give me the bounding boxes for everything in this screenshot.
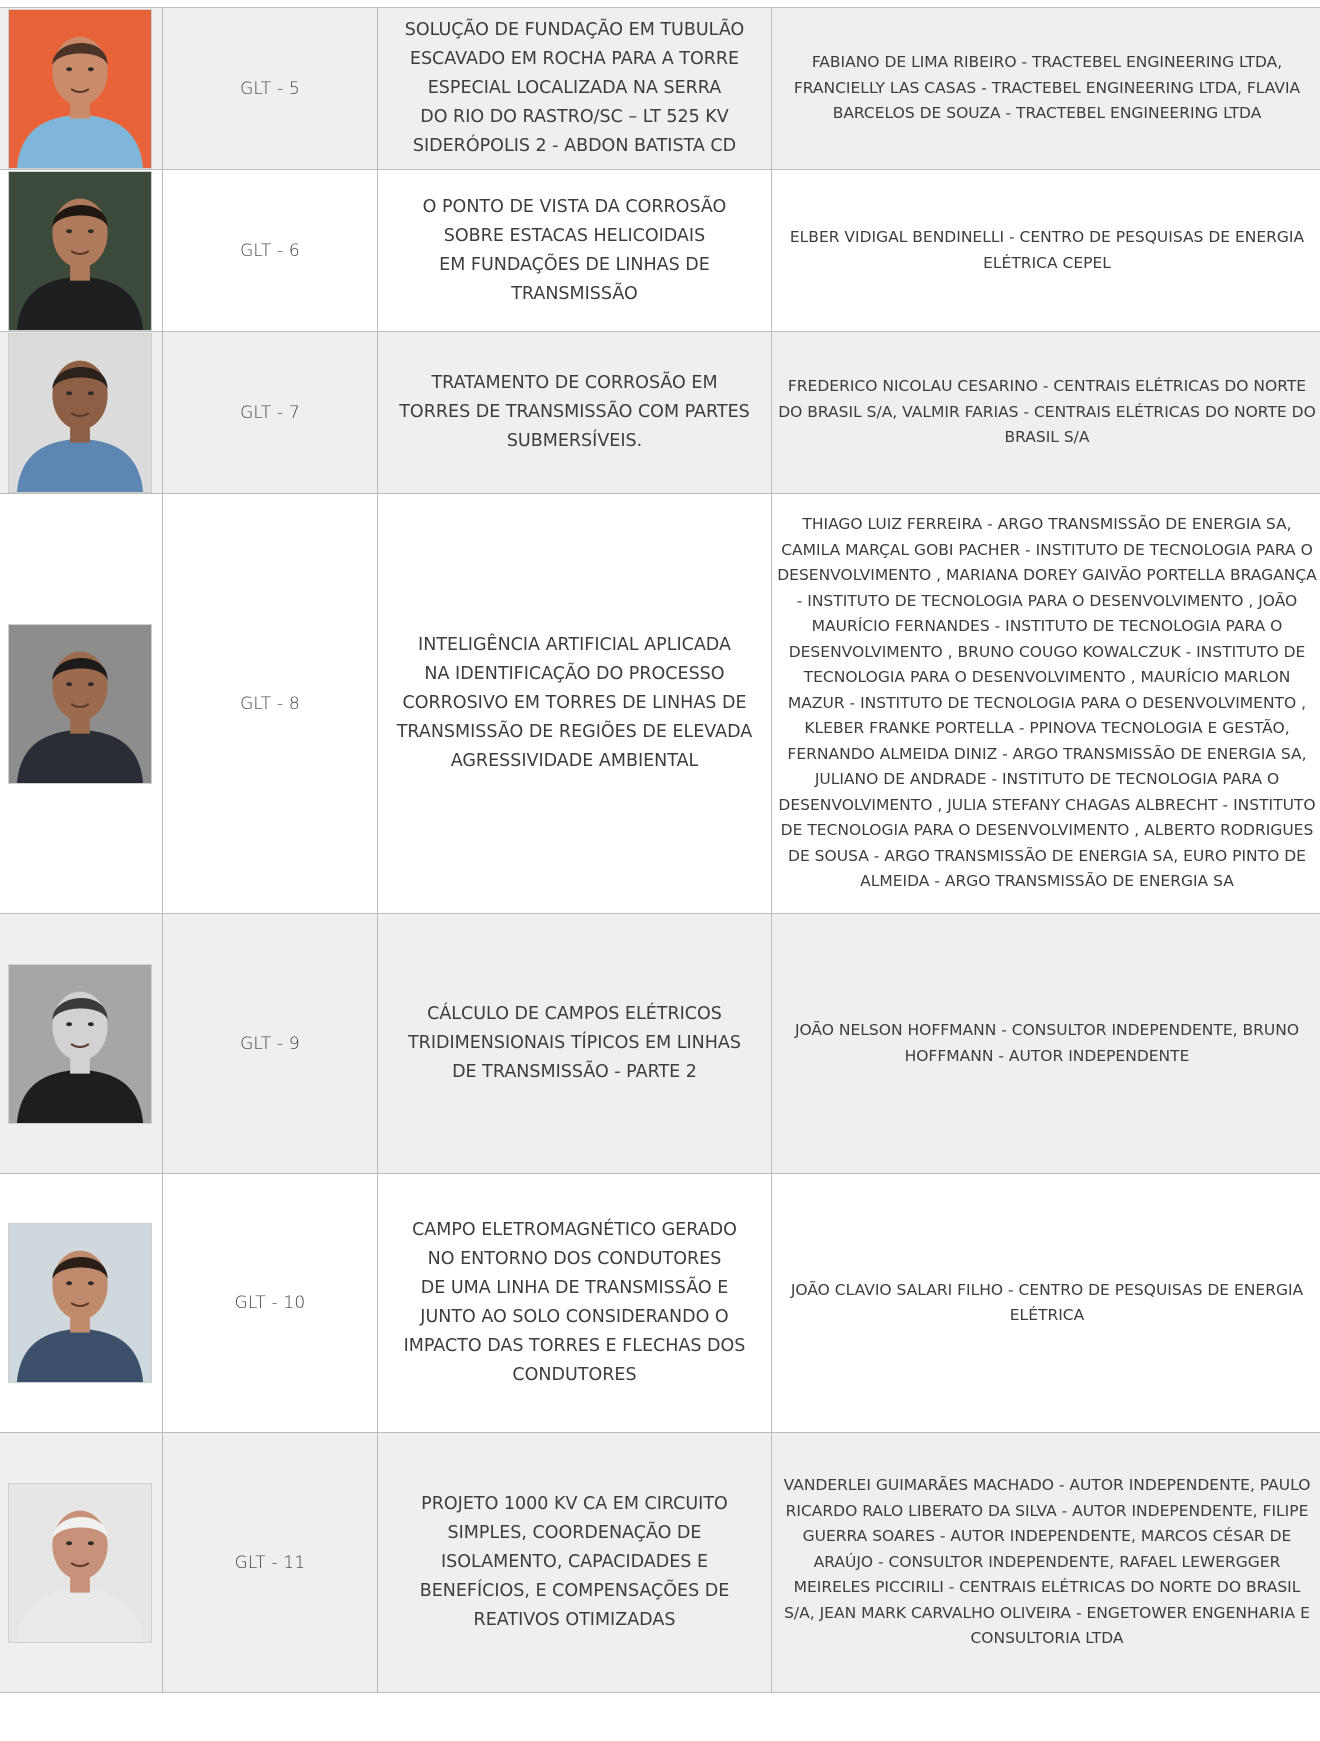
title-cell: CÁLCULO DE CAMPOS ELÉTRICOS TRIDIMENSION… — [377, 913, 772, 1174]
title-cell: SOLUÇÃO DE FUNDAÇÃO EM TUBULÃO ESCAVADO … — [377, 7, 772, 170]
speaker-photo-icon — [9, 964, 151, 1123]
authors-cell: THIAGO LUIZ FERREIRA - ARGO TRANSMISSÃO … — [771, 493, 1320, 914]
title-cell: TRATAMENTO DE CORROSÃO EM TORRES DE TRAN… — [377, 331, 772, 494]
paper-code: GLT - 5 — [240, 78, 300, 99]
paper-code: GLT - 11 — [234, 1552, 306, 1573]
paper-code: GLT - 9 — [240, 1033, 300, 1054]
paper-authors: JOÃO CLAVIO SALARI FILHO - CENTRO DE PES… — [790, 1280, 1304, 1325]
code-cell: GLT - 11 — [162, 1432, 378, 1693]
paper-title: CÁLCULO DE CAMPOS ELÉTRICOS TRIDIMENSION… — [407, 1004, 742, 1082]
paper-authors: FREDERICO NICOLAU CESARINO - CENTRAIS EL… — [778, 377, 1316, 447]
table-row: GLT - 7 TRATAMENTO DE CORROSÃO EM TORRES… — [0, 331, 1320, 494]
speaker-photo — [8, 1223, 152, 1383]
photo-cell — [0, 1173, 163, 1433]
photo-cell — [0, 1432, 163, 1693]
paper-code: GLT - 10 — [234, 1293, 306, 1313]
code-cell: GLT - 6 — [162, 169, 378, 332]
paper-code: GLT - 8 — [240, 693, 300, 714]
paper-code: GLT - 7 — [240, 402, 300, 423]
papers-table: GLT - 5 SOLUÇÃO DE FUNDAÇÃO EM TUBULÃO E… — [0, 7, 1320, 1693]
photo-cell — [0, 7, 163, 170]
table-row: GLT - 6 O PONTO DE VISTA DA CORROSÃO SOB… — [0, 169, 1320, 332]
photo-cell — [0, 913, 163, 1174]
authors-cell: JOÃO NELSON HOFFMANN - CONSULTOR INDEPEN… — [771, 913, 1320, 1174]
code-cell: GLT - 7 — [162, 331, 378, 494]
authors-cell: FREDERICO NICOLAU CESARINO - CENTRAIS EL… — [771, 331, 1320, 494]
code-cell: GLT - 10 — [162, 1173, 378, 1433]
paper-code: GLT - 6 — [240, 240, 300, 261]
title-cell: O PONTO DE VISTA DA CORROSÃO SOBRE ESTAC… — [377, 169, 772, 332]
speaker-photo-icon — [9, 171, 151, 330]
code-cell: GLT - 8 — [162, 493, 378, 914]
authors-cell: JOÃO CLAVIO SALARI FILHO - CENTRO DE PES… — [771, 1173, 1320, 1433]
paper-title: TRATAMENTO DE CORROSÃO EM TORRES DE TRAN… — [399, 373, 750, 451]
speaker-photo — [8, 623, 152, 784]
paper-title: CAMPO ELETROMAGNÉTICO GERADO NO ENTORNO … — [403, 1220, 746, 1385]
table-row: GLT - 8 INTELIGÊNCIA ARTIFICIAL APLICADA… — [0, 493, 1320, 914]
paper-title: SOLUÇÃO DE FUNDAÇÃO EM TUBULÃO ESCAVADO … — [404, 20, 745, 156]
authors-cell: FABIANO DE LIMA RIBEIRO - TRACTEBEL ENGI… — [771, 7, 1320, 170]
speaker-photo-icon — [9, 1483, 151, 1642]
speaker-photo — [8, 963, 152, 1124]
table-row: GLT - 9 CÁLCULO DE CAMPOS ELÉTRICOS TRID… — [0, 913, 1320, 1174]
table-row: GLT - 5 SOLUÇÃO DE FUNDAÇÃO EM TUBULÃO E… — [0, 7, 1320, 170]
title-cell: PROJETO 1000 KV CA EM CIRCUITO SIMPLES, … — [377, 1432, 772, 1693]
photo-cell — [0, 169, 163, 332]
paper-title: PROJETO 1000 KV CA EM CIRCUITO SIMPLES, … — [419, 1494, 730, 1630]
title-cell: CAMPO ELETROMAGNÉTICO GERADO NO ENTORNO … — [377, 1173, 772, 1433]
paper-authors: VANDERLEI GUIMARÃES MACHADO - AUTOR INDE… — [783, 1476, 1311, 1648]
speaker-photo — [8, 332, 152, 493]
paper-authors: THIAGO LUIZ FERREIRA - ARGO TRANSMISSÃO … — [777, 515, 1317, 891]
authors-cell: ELBER VIDIGAL BENDINELLI - CENTRO DE PES… — [771, 169, 1320, 332]
photo-cell — [0, 331, 163, 494]
table-row: GLT - 10 CAMPO ELETROMAGNÉTICO GERADO NO… — [0, 1173, 1320, 1433]
table-row: GLT - 11 PROJETO 1000 KV CA EM CIRCUITO … — [0, 1432, 1320, 1693]
code-cell: GLT - 9 — [162, 913, 378, 1174]
paper-authors: FABIANO DE LIMA RIBEIRO - TRACTEBEL ENGI… — [793, 53, 1301, 123]
paper-authors: ELBER VIDIGAL BENDINELLI - CENTRO DE PES… — [789, 228, 1305, 272]
paper-title: O PONTO DE VISTA DA CORROSÃO SOBRE ESTAC… — [422, 196, 727, 304]
code-cell: GLT - 5 — [162, 7, 378, 170]
speaker-photo-icon — [9, 624, 151, 783]
speaker-photo-icon — [9, 333, 151, 492]
photo-cell — [0, 493, 163, 914]
paper-title: INTELIGÊNCIA ARTIFICIAL APLICADA NA IDEN… — [396, 635, 753, 771]
speaker-photo-icon — [9, 1224, 151, 1382]
title-cell: INTELIGÊNCIA ARTIFICIAL APLICADA NA IDEN… — [377, 493, 772, 914]
authors-cell: VANDERLEI GUIMARÃES MACHADO - AUTOR INDE… — [771, 1432, 1320, 1693]
speaker-photo — [8, 170, 152, 331]
speaker-photo-icon — [9, 9, 151, 168]
speaker-photo — [8, 8, 152, 169]
speaker-photo — [8, 1482, 152, 1643]
paper-authors: JOÃO NELSON HOFFMANN - CONSULTOR INDEPEN… — [794, 1021, 1300, 1065]
